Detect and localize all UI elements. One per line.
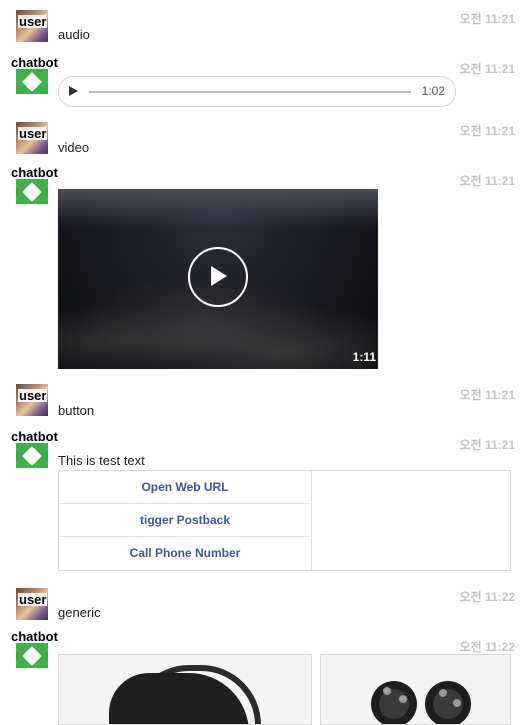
user-avatar: user: [16, 122, 48, 154]
audio-duration: 1:02: [421, 84, 445, 98]
message-timestamp: 오전 11:21: [459, 438, 515, 452]
generic-card[interactable]: [320, 654, 511, 725]
message-timestamp: 오전 11:21: [459, 12, 515, 26]
generic-template-carousel: [58, 654, 511, 725]
message-timestamp: 오전 11:21: [459, 388, 515, 402]
avatar-label: user: [18, 14, 48, 29]
vr-controllers-image: [321, 655, 510, 724]
message-timestamp: 오전 11:21: [459, 62, 515, 76]
trigger-postback-button[interactable]: tigger Postback: [59, 504, 311, 537]
message-timestamp: 오전 11:21: [459, 174, 515, 188]
chatbot-avatar: chatbot: [10, 430, 59, 468]
message-chatbot: chatbot 오전 11:21 1:11: [0, 166, 525, 376]
message-text: video: [58, 140, 90, 155]
left-controller: [371, 681, 417, 724]
message-text: audio: [58, 27, 90, 42]
button-list: Open Web URL tigger Postback Call Phone …: [59, 471, 312, 570]
message-user: user 오전 11:21 button: [0, 376, 525, 430]
message-user: user 오전 11:21 video: [0, 116, 525, 166]
controller-button: [399, 695, 407, 703]
controller-button: [383, 687, 391, 695]
generic-card[interactable]: [58, 654, 312, 725]
button-template-card: Open Web URL tigger Postback Call Phone …: [58, 470, 511, 571]
open-web-url-button[interactable]: Open Web URL: [59, 471, 311, 504]
audio-player[interactable]: 1:02: [58, 76, 456, 107]
chatbot-logo-icon: [22, 72, 42, 92]
user-avatar: user: [16, 384, 48, 416]
audio-progress-track[interactable]: [89, 91, 411, 93]
chatbot-logo-icon: [22, 446, 42, 466]
video-duration: 1:11: [352, 350, 376, 364]
vr-headset-image: [59, 655, 311, 724]
video-frame-sky: [58, 189, 378, 229]
play-icon[interactable]: [211, 266, 227, 286]
chatbot-logo-icon: [22, 182, 42, 202]
avatar-label: user: [18, 388, 48, 403]
play-icon[interactable]: [69, 86, 78, 96]
avatar-label: chatbot: [10, 165, 59, 180]
message-text: This is test text: [58, 453, 145, 468]
avatar-label: chatbot: [10, 429, 59, 444]
right-controller: [425, 681, 471, 724]
avatar-label: user: [18, 126, 48, 141]
message-timestamp: 오전 11:22: [459, 640, 515, 654]
video-player[interactable]: 1:11: [58, 189, 378, 369]
message-chatbot: chatbot 오전 11:21 1:02: [0, 56, 525, 116]
message-chatbot: chatbot 오전 11:21 This is test text Open …: [0, 430, 525, 580]
call-phone-number-button[interactable]: Call Phone Number: [59, 537, 311, 569]
message-text: generic: [58, 605, 101, 620]
chatbot-logo-icon: [22, 646, 42, 666]
message-user: user 오전 11:21 audio: [0, 0, 525, 50]
avatar-label: user: [18, 592, 48, 607]
message-timestamp: 오전 11:21: [459, 124, 515, 138]
avatar-label: chatbot: [10, 55, 59, 70]
avatar-label: chatbot: [10, 629, 59, 644]
user-avatar: user: [16, 588, 48, 620]
message-text: button: [58, 403, 95, 418]
message-timestamp: 오전 11:22: [459, 590, 515, 604]
chatbot-avatar: chatbot: [10, 166, 59, 204]
user-avatar: user: [16, 10, 48, 42]
controller-button: [453, 699, 461, 707]
chatbot-avatar: chatbot: [10, 56, 59, 94]
chatbot-avatar: chatbot: [10, 630, 59, 668]
message-user: user 오전 11:22 generic: [0, 580, 525, 632]
controller-button: [439, 689, 447, 697]
